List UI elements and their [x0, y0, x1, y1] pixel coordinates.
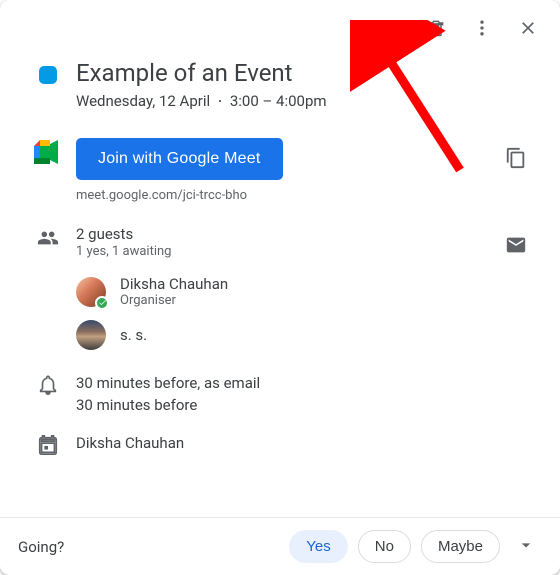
calendar-name: Diksha Chauhan: [76, 432, 540, 454]
going-label: Going?: [18, 538, 289, 556]
delete-button[interactable]: [416, 10, 456, 50]
reminders-row: 30 minutes before, as email 30 minutes b…: [20, 364, 540, 424]
close-button[interactable]: [508, 10, 548, 50]
rsvp-yes-button[interactable]: Yes: [289, 530, 347, 563]
calendar-icon: [37, 434, 59, 460]
avatar: [76, 277, 106, 307]
guest-role: Organiser: [120, 293, 228, 308]
guests-row: 2 guests 1 yes, 1 awaiting Diksha Chauha…: [20, 211, 540, 364]
chevron-down-icon: [516, 535, 536, 559]
more-vert-icon: [472, 18, 492, 42]
meet-link-text: meet.google.com/jci-trcc-bho: [76, 188, 492, 203]
edit-button[interactable]: [370, 10, 410, 50]
meet-row: Join with Google Meet meet.google.com/jc…: [20, 118, 540, 211]
pencil-icon: [380, 18, 400, 42]
reminder-line: 30 minutes before: [76, 394, 540, 416]
avatar: [76, 320, 106, 350]
event-title: Example of an Event: [76, 58, 540, 88]
google-meet-icon: [34, 140, 62, 168]
email-guests-button[interactable]: [496, 227, 536, 267]
reminder-line: 30 minutes before, as email: [76, 372, 540, 394]
event-time: 3:00 – 4:00pm: [230, 92, 327, 110]
trash-icon: [426, 18, 446, 42]
calendar-row: Diksha Chauhan: [20, 424, 540, 468]
people-icon: [37, 227, 59, 253]
copy-icon: [505, 147, 527, 173]
guest-name: Diksha Chauhan: [120, 275, 228, 293]
event-datetime: Wednesday, 12 April ⋅ 3:00 – 4:00pm: [76, 92, 540, 110]
guest-item[interactable]: s. s.: [76, 314, 492, 356]
guest-item[interactable]: Diksha Chauhan Organiser: [76, 269, 492, 314]
copy-meet-button[interactable]: [496, 140, 536, 180]
event-toolbar: [0, 0, 560, 50]
rsvp-maybe-button[interactable]: Maybe: [421, 530, 500, 563]
options-button[interactable]: [462, 10, 502, 50]
rsvp-no-button[interactable]: No: [358, 530, 411, 563]
event-header-row: Example of an Event Wednesday, 12 April …: [20, 50, 540, 118]
mail-icon: [505, 234, 527, 260]
rsvp-more-button[interactable]: [510, 531, 542, 563]
event-color-swatch: [39, 66, 57, 84]
check-badge-icon: [95, 296, 109, 310]
event-date: Wednesday, 12 April: [76, 92, 210, 110]
guests-status: 1 yes, 1 awaiting: [76, 244, 492, 259]
rsvp-footer: Going? Yes No Maybe: [0, 517, 560, 575]
bell-icon: [37, 374, 59, 400]
join-meet-button[interactable]: Join with Google Meet: [76, 138, 283, 180]
guest-name: s. s.: [120, 326, 147, 344]
guests-count: 2 guests: [76, 225, 492, 243]
close-icon: [518, 18, 538, 42]
separator-dot: ⋅: [218, 92, 223, 110]
